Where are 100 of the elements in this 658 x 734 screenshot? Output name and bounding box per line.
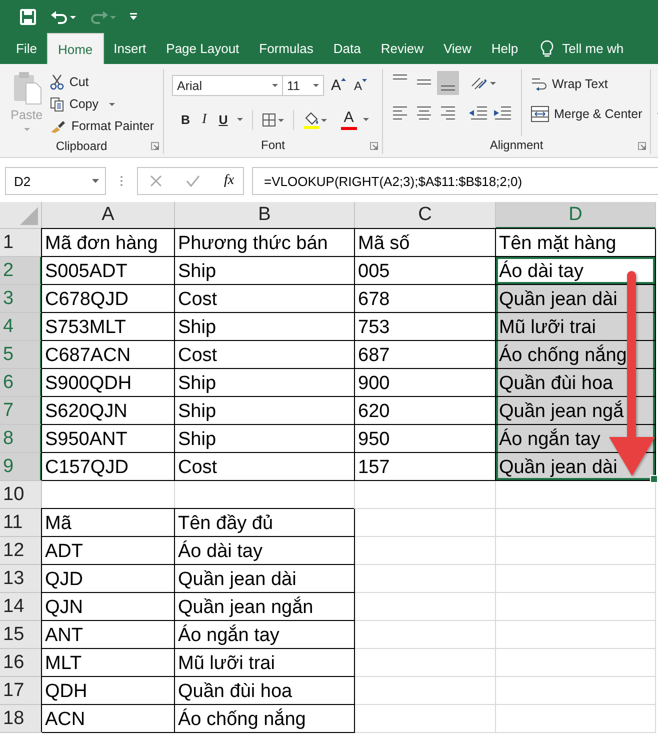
ribbon-tab[interactable]: Insert [104,33,156,64]
table-cell: ANT [42,621,175,649]
copy-icon [50,96,64,112]
table-cell: Áo dài tay [175,537,355,565]
table-cell: Áo dài tay [496,257,656,285]
column-header[interactable]: C [355,202,496,229]
table-cell: ACN [42,705,175,733]
table-cell: 678 [355,285,496,313]
table-cell: 620 [355,397,496,425]
font-size-field[interactable]: 11 [282,75,324,96]
caret-icon [92,179,99,183]
row-header[interactable]: 13 [0,565,42,593]
row-header[interactable]: 4 [0,313,42,341]
cut-button[interactable]: Cut [47,71,157,93]
column-header[interactable]: A [42,202,175,229]
borders-icon[interactable] [262,112,284,126]
formula-field[interactable]: =VLOOKUP(RIGHT(A2;3);$A$11:$B$18;2;0) [252,167,658,195]
table-cell: Áo chống nắng [175,705,355,733]
row-header[interactable]: 10 [0,481,42,509]
table-cell: Cost [175,341,355,369]
table-cell: Tên mặt hàng [496,229,656,257]
wrap-text-icon [531,76,547,92]
merge-cells-icon [531,106,549,122]
table-cell: S753MLT [42,313,175,341]
row-header[interactable]: 1 [0,229,42,257]
row-header[interactable]: 2 [0,257,42,285]
font-name-field[interactable]: Arial [172,75,283,96]
table-cell: Cost [175,453,355,481]
table-cell: 157 [355,453,496,481]
ribbon-tab[interactable]: Review [370,33,434,64]
table-cell: 005 [355,257,496,285]
caret-icon[interactable] [236,118,243,121]
lightbulb-icon[interactable] [540,40,554,58]
fill-color-icon[interactable] [302,110,327,128]
group-label: Font [260,138,285,152]
font-color-button[interactable]: A [340,109,357,130]
caret-down-icon [362,78,368,82]
table-cell: Quần jean dài [496,285,656,313]
table-cell: Mũ lưỡi trai [496,313,656,341]
group-label: Alignment [490,138,544,152]
ribbon-tab[interactable]: Help [481,33,528,64]
table-cell: S950ANT [42,425,175,453]
ribbon-tab[interactable]: Data [323,33,371,64]
align-bottom-icon[interactable] [437,70,459,94]
row-header[interactable]: 8 [0,425,42,453]
decrease-font-size-button[interactable]: A [351,74,368,96]
fill-handle[interactable] [650,475,658,483]
row-header[interactable]: 5 [0,341,42,369]
ribbon-tab[interactable]: Page Layout [156,33,250,64]
wrap-text-button[interactable]: Wrap Text [528,73,658,95]
dialog-launcher-icon[interactable] [151,142,159,150]
row-header[interactable]: 12 [0,537,42,565]
format-painter-button[interactable]: Format Painter [47,115,157,137]
row-header[interactable]: 15 [0,621,42,649]
caret-up-icon [341,78,346,80]
row-header[interactable]: 3 [0,285,42,313]
save-icon[interactable] [20,8,36,24]
ribbon-tab[interactable]: File [6,33,47,64]
row-header[interactable]: 17 [0,677,42,705]
bold-button[interactable]: B [178,108,194,130]
caret-icon [24,128,30,131]
name-box[interactable]: D2 [5,167,106,195]
row-header[interactable]: 7 [0,397,42,425]
copy-button[interactable]: Copy [47,93,157,115]
column-header[interactable]: B [175,202,355,229]
caret-icon [313,84,319,87]
dialog-launcher-icon[interactable] [638,142,646,150]
column-header[interactable]: D [496,202,656,229]
insert-function-button[interactable]: fx [224,173,234,189]
caret-icon [108,102,115,106]
row-header[interactable]: 9 [0,453,42,481]
table-cell: C687ACN [42,341,175,369]
table-cell: C157QJD [42,453,175,481]
table-cell: Quần jean dài [175,565,355,593]
table-cell: 900 [355,369,496,397]
table-cell: Mũ lưỡi trai [175,649,355,677]
row-header[interactable]: 6 [0,369,42,397]
row-header[interactable]: 18 [0,705,42,733]
tell-me-search[interactable]: Tell me wh [562,41,624,56]
ribbon-tab[interactable]: Formulas [249,33,324,64]
ribbon-tab[interactable]: Home [46,33,104,64]
row-header[interactable]: 14 [0,593,42,621]
table-cell: Ship [175,369,355,397]
increase-font-size-button[interactable]: A [328,74,348,96]
customize-icon[interactable] [130,12,138,20]
dialog-launcher-icon[interactable] [370,142,378,150]
table-cell: 753 [355,313,496,341]
underline-button[interactable]: U [216,108,231,130]
paintbrush-icon [50,119,66,133]
table-cell: S900QDH [42,369,175,397]
merge-center-button[interactable]: Merge & Center [528,103,658,125]
table-cell: 687 [355,341,496,369]
row-header[interactable]: 16 [0,649,42,677]
ribbon-tab[interactable]: View [433,33,482,64]
italic-button[interactable]: I [199,108,210,130]
row-header[interactable]: 11 [0,509,42,537]
undo-icon[interactable] [50,8,76,24]
caret-icon[interactable] [362,118,369,121]
table-cell: Quần jean ngắn [175,593,355,621]
grip-icon [120,175,123,187]
